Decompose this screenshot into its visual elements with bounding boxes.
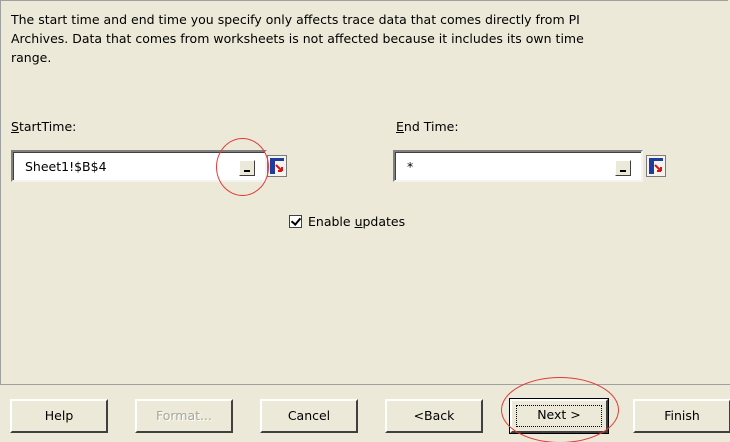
end-time-input[interactable]: *	[393, 150, 643, 182]
button-bar: Help Format... Cancel <Back Next > Finis…	[0, 377, 730, 442]
cancel-button[interactable]: Cancel	[260, 399, 358, 433]
description-line-3: range.	[11, 50, 52, 65]
back-button[interactable]: <Back	[385, 399, 483, 433]
description-line-2: Archives. Data that comes from worksheet…	[11, 31, 584, 46]
start-time-input[interactable]: Sheet1!$B$4	[11, 150, 267, 182]
enable-updates-checkbox[interactable]: Enable updates	[289, 214, 405, 229]
checkbox-checked-icon[interactable]	[289, 215, 302, 228]
end-time-value: *	[407, 159, 414, 174]
end-time-browse-button[interactable]	[615, 160, 631, 176]
end-time-cell-picker-button[interactable]	[646, 155, 666, 177]
cell-picker-icon	[270, 158, 284, 174]
content-panel: The start time and end time you specify …	[0, 0, 728, 384]
cell-picker-icon	[649, 158, 663, 174]
description-text: The start time and end time you specify …	[11, 10, 711, 67]
help-button[interactable]: Help	[10, 399, 108, 433]
start-time-browse-button[interactable]	[239, 160, 255, 176]
end-time-label-mnemonic: E	[396, 119, 404, 134]
start-time-cell-picker-button[interactable]	[267, 155, 287, 177]
start-time-label: StartTime:	[11, 119, 76, 134]
start-time-label-mnemonic: S	[11, 119, 19, 134]
end-time-label: End Time:	[396, 119, 459, 134]
finish-button[interactable]: Finish	[633, 399, 730, 433]
next-button[interactable]: Next >	[509, 398, 609, 434]
start-time-label-rest: tartTime:	[18, 119, 77, 134]
enable-updates-label: Enable updates	[308, 214, 406, 229]
trace-time-dialog: The start time and end time you specify …	[0, 0, 730, 442]
start-time-value: Sheet1!$B$4	[25, 159, 107, 174]
end-time-label-rest: nd Time:	[403, 119, 459, 134]
focus-rectangle	[516, 405, 602, 427]
description-line-1: The start time and end time you specify …	[11, 12, 580, 27]
format-button[interactable]: Format...	[135, 399, 233, 433]
